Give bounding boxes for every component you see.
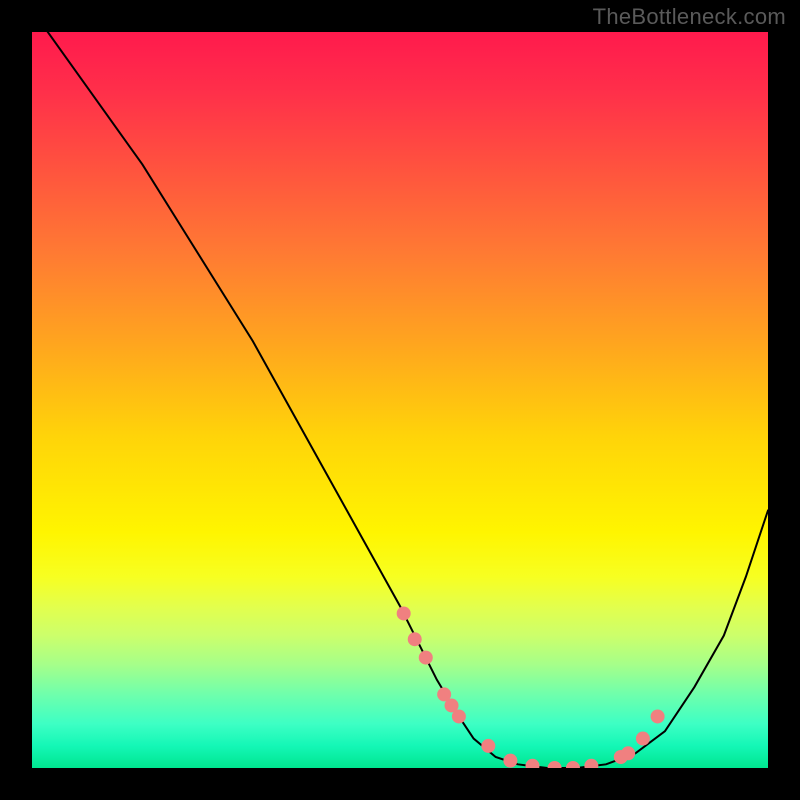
highlighted-points (397, 606, 665, 768)
data-point (621, 746, 635, 760)
data-point (419, 651, 433, 665)
data-point (503, 754, 517, 768)
chart-plot-area (32, 32, 768, 768)
data-point (397, 606, 411, 620)
data-point (452, 709, 466, 723)
data-point (566, 761, 580, 768)
watermark-text: TheBottleneck.com (593, 4, 786, 30)
data-point (651, 709, 665, 723)
data-point (548, 761, 562, 768)
data-point (636, 732, 650, 746)
bottleneck-curve (32, 32, 768, 768)
chart-svg-layer (32, 32, 768, 768)
data-point (481, 739, 495, 753)
data-point (408, 632, 422, 646)
data-point (525, 759, 539, 768)
data-point (584, 759, 598, 768)
